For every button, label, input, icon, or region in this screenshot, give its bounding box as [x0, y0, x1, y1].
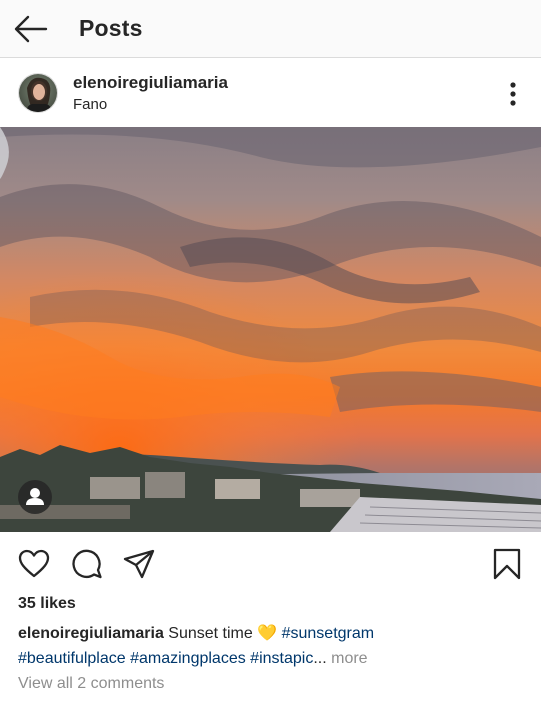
bookmark-icon[interactable]: [491, 548, 523, 580]
post-header: elenoiregiuliamaria Fano: [0, 59, 541, 127]
caption-ellipsis: ...: [313, 650, 327, 667]
heart-icon[interactable]: [18, 548, 50, 580]
person-glyph: [26, 488, 44, 505]
caption-username[interactable]: elenoiregiuliamaria: [18, 625, 164, 642]
arrow-left-icon[interactable]: [14, 14, 48, 44]
avatar[interactable]: [18, 73, 58, 113]
hashtag[interactable]: #beautifulplace: [18, 650, 126, 667]
likes-count[interactable]: 35 likes: [18, 595, 76, 613]
top-app-bar: Posts: [0, 0, 541, 58]
post-caption: elenoiregiuliamaria Sunset time 💛 #sunse…: [18, 621, 528, 671]
sunset-photo: [0, 127, 541, 532]
post-actions: [0, 533, 541, 593]
hashtag[interactable]: #sunsetgram: [282, 625, 375, 642]
post-location[interactable]: Fano: [73, 96, 107, 113]
hashtag[interactable]: #instapic: [250, 650, 313, 667]
view-comments-link[interactable]: View all 2 comments: [18, 675, 164, 693]
post-username[interactable]: elenoiregiuliamaria: [73, 73, 228, 93]
vertical-ellipsis-icon[interactable]: [507, 81, 519, 107]
avatar-image: [19, 74, 57, 112]
caption-text: Sunset time: [168, 625, 253, 642]
paper-plane-icon[interactable]: [123, 548, 155, 580]
person-icon[interactable]: [18, 480, 52, 514]
caption-more-link[interactable]: more: [331, 650, 367, 667]
comment-bubble-icon[interactable]: [71, 548, 103, 580]
yellow-heart-emoji: 💛: [257, 625, 278, 642]
hashtag[interactable]: #amazingplaces: [130, 650, 246, 667]
post-photo[interactable]: [0, 127, 541, 532]
page-title: Posts: [79, 15, 143, 41]
